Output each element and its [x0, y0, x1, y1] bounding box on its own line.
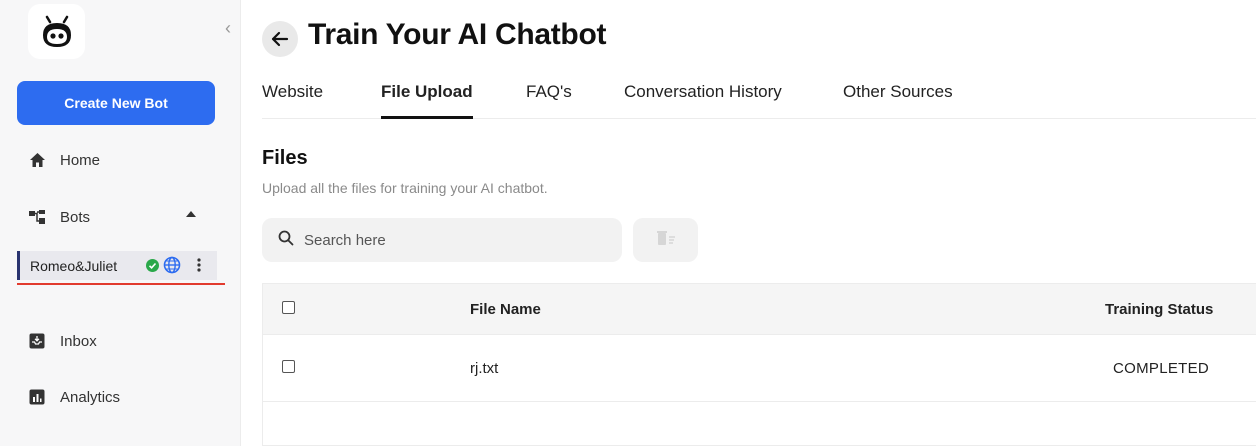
check-circle-icon [146, 259, 159, 275]
sidebar: ‹ Create New Bot Home Bots Romeo&Juliet … [0, 0, 241, 446]
table-header: File Name Training Status [263, 284, 1256, 335]
sidebar-item-home[interactable]: Home [28, 148, 100, 172]
sidebar-item-label: Analytics [60, 388, 121, 406]
page-title: Train Your AI Chatbot [308, 18, 607, 51]
robot-logo-icon[interactable] [28, 4, 85, 59]
chevron-left-icon[interactable]: ‹ [220, 18, 236, 38]
inbox-icon [28, 332, 46, 350]
sidebar-item-label: Inbox [60, 332, 97, 350]
app-root: ‹ Create New Bot Home Bots Romeo&Juliet … [0, 0, 1256, 446]
tab-faqs[interactable]: FAQ's [526, 82, 572, 119]
trash-icon [656, 230, 676, 251]
search-icon [278, 230, 294, 251]
sidebar-item-label: Home [60, 151, 101, 169]
create-new-bot-button[interactable]: Create New Bot [17, 81, 215, 125]
sidebar-item-inbox[interactable]: Inbox [28, 329, 97, 353]
main-content: Train Your AI Chatbot Website File Uploa… [241, 0, 1256, 446]
bots-tree-icon [28, 208, 46, 226]
annotation-underline [17, 283, 225, 285]
column-header-file-name: File Name [470, 301, 541, 318]
select-all-checkbox[interactable] [282, 301, 295, 314]
caret-up-icon[interactable] [184, 207, 198, 221]
section-subtitle: Upload all the files for training your A… [262, 180, 548, 196]
delete-files-button[interactable] [633, 218, 698, 262]
home-icon [28, 151, 46, 169]
table-row[interactable]: rj.txt COMPLETED [263, 336, 1256, 402]
row-checkbox[interactable] [282, 360, 295, 373]
sidebar-item-analytics[interactable]: Analytics [28, 385, 120, 409]
analytics-icon [28, 388, 46, 406]
section-title: Files [262, 147, 308, 169]
tab-bar: Website File Upload FAQ's Conversation H… [262, 82, 1256, 119]
files-table: File Name Training Status rj.txt COMPLET… [262, 283, 1256, 446]
globe-icon[interactable] [163, 256, 181, 277]
bot-name: Romeo&Juliet [30, 257, 118, 274]
sidebar-item-label: Bots [60, 208, 91, 226]
bot-item[interactable]: Romeo&Juliet [17, 251, 217, 280]
arrow-left-icon[interactable] [262, 21, 298, 57]
tab-file-upload[interactable]: File Upload [381, 82, 473, 119]
tab-conversation-history[interactable]: Conversation History [624, 82, 782, 119]
kebab-menu-icon[interactable] [196, 256, 202, 277]
search-input[interactable] [304, 231, 604, 249]
sidebar-item-bots[interactable]: Bots [28, 205, 90, 229]
search-box [262, 218, 622, 262]
tab-website[interactable]: Website [262, 82, 323, 119]
tab-other-sources[interactable]: Other Sources [843, 82, 953, 119]
column-header-training-status: Training Status [1105, 301, 1214, 318]
file-name-cell: rj.txt [470, 360, 499, 377]
training-status-cell: COMPLETED [1113, 360, 1210, 377]
